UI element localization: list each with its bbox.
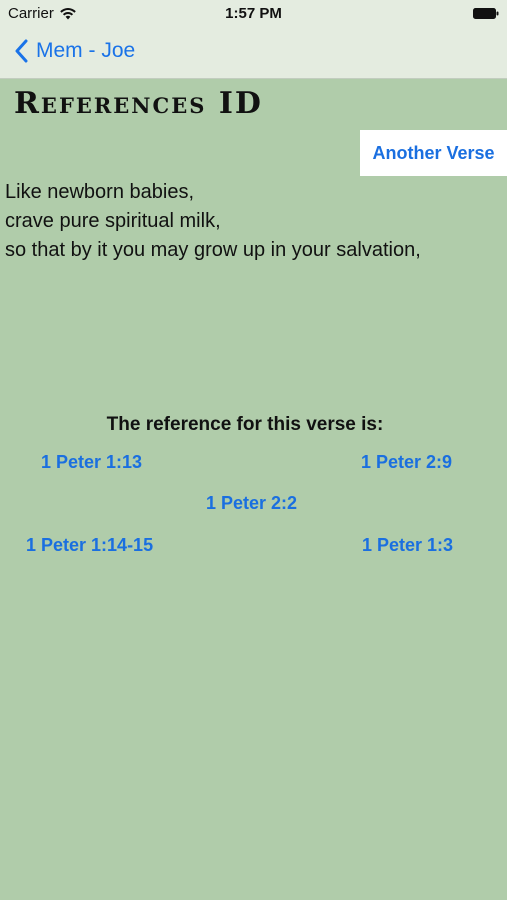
chevron-left-icon [15,39,28,63]
verse-text: Like newborn babies, crave pure spiritua… [5,178,500,265]
verse-line: so that by it you may grow up in your sa… [5,239,421,261]
reference-choice-button[interactable]: 1 Peter 2:2 [206,493,297,514]
navigation-bar: Mem - Joe [0,28,507,79]
reference-choice-button[interactable]: 1 Peter 1:14-15 [26,535,153,556]
verse-line: crave pure spiritual milk, [5,210,221,232]
reference-prompt: The reference for this verse is: [106,414,384,435]
reference-choice-button[interactable]: 1 Peter 1:13 [41,452,142,473]
verse-line: Like newborn babies, [5,181,195,203]
back-button-label: Mem - Joe [36,39,136,62]
status-bar: Carrier 1:57 PM [0,0,507,28]
page-title: References ID [14,86,263,121]
status-time: 1:57 PM [225,5,282,22]
reference-choice-button[interactable]: 1 Peter 2:9 [361,452,452,473]
battery-icon [473,8,499,19]
back-button[interactable]: Mem - Joe [14,39,135,63]
reference-choice-button[interactable]: 1 Peter 1:3 [362,535,453,556]
another-verse-button[interactable]: Another Verse [360,130,507,176]
